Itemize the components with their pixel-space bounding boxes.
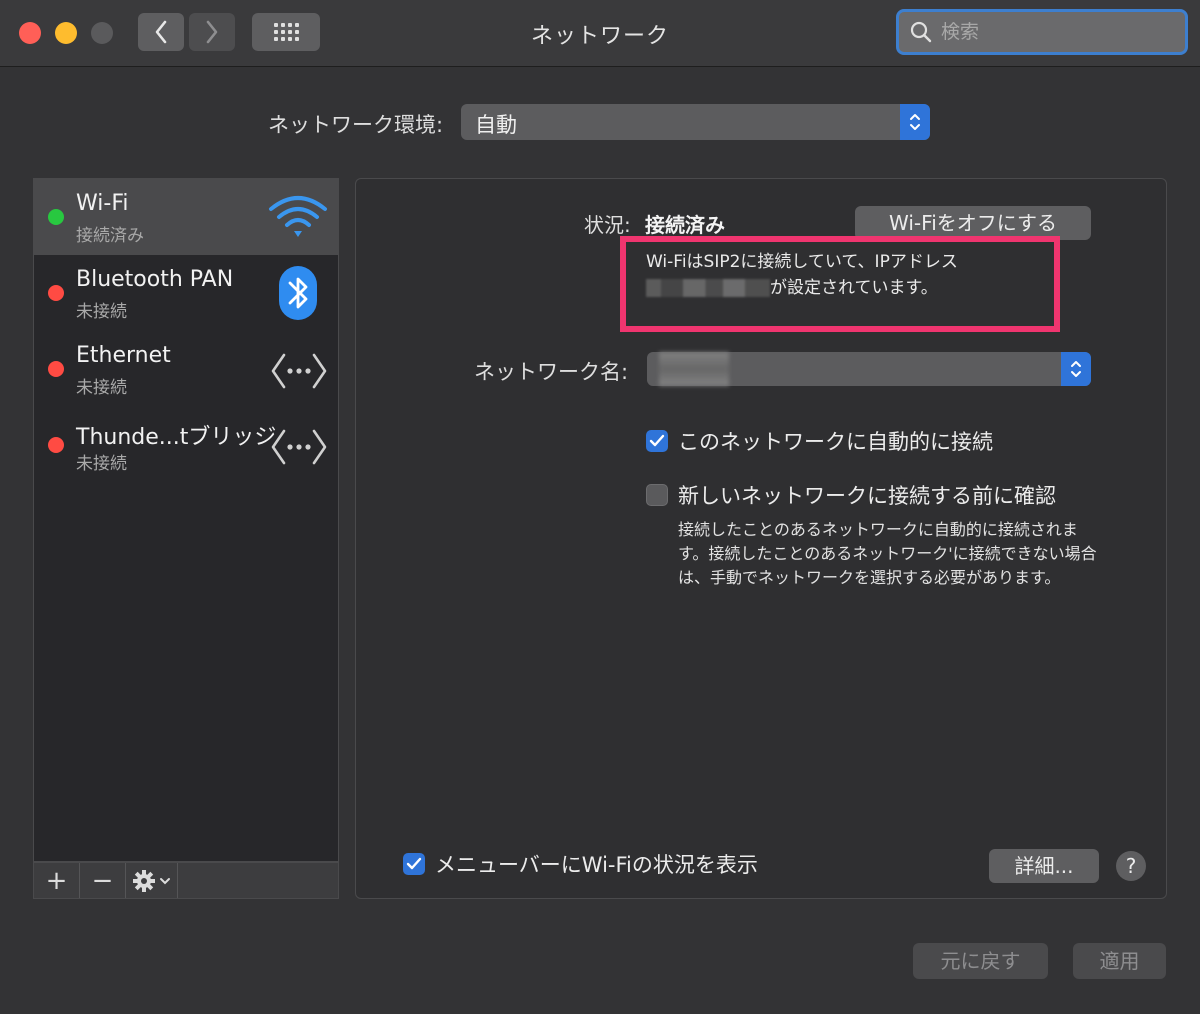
status-dot-disconnected — [48, 437, 64, 453]
ethernet-arrows-icon — [271, 353, 327, 389]
ask-to-join-help-text: 接続したことのあるネットワークに自動的に接続されます。接続したことのあるネットワ… — [678, 520, 1097, 587]
status-dot-connected — [48, 209, 64, 225]
apply-button[interactable]: 適用 — [1073, 943, 1166, 979]
ask-to-join-row[interactable]: 新しいネットワークに接続する前に確認 — [646, 480, 1056, 510]
add-service-button[interactable]: + — [34, 863, 80, 898]
search-input[interactable] — [939, 20, 1173, 44]
service-status: 未接続 — [76, 454, 127, 474]
status-description-line2: が設定されています。 — [646, 275, 1034, 301]
status-label: 状況: — [584, 213, 631, 237]
service-item-bluetooth-pan[interactable]: Bluetooth PAN 未接続 — [34, 255, 338, 331]
turn-wifi-off-button[interactable]: Wi-Fiをオフにする — [855, 206, 1091, 240]
service-name: Wi-Fi — [76, 191, 129, 216]
wifi-icon — [269, 196, 327, 237]
service-list-toolbar: + − — [33, 862, 339, 899]
service-name: Bluetooth PAN — [76, 267, 234, 292]
redacted-ip-address — [646, 279, 770, 297]
status-value: 接続済み — [645, 213, 725, 237]
show-in-menubar-label: メニューバーにWi-Fiの状況を表示 — [435, 853, 758, 877]
ask-to-join-checkbox[interactable] — [646, 484, 668, 506]
auto-join-checkbox[interactable] — [646, 430, 668, 452]
ask-to-join-label: 新しいネットワークに接続する前に確認 — [678, 484, 1056, 508]
help-button[interactable]: ? — [1116, 851, 1146, 881]
bluetooth-icon — [279, 266, 317, 320]
ethernet-arrows-icon — [271, 429, 327, 465]
show-in-menubar-row[interactable]: メニューバーにWi-Fiの状況を表示 — [403, 849, 758, 879]
location-select[interactable]: 自動 — [461, 104, 930, 140]
chevron-down-icon — [160, 877, 170, 884]
location-label: ネットワーク環境: — [268, 113, 444, 137]
advanced-button[interactable]: 詳細... — [989, 849, 1099, 883]
service-name: Thunde...tブリッジ — [76, 425, 277, 450]
service-status: 未接続 — [76, 378, 127, 398]
service-status: 接続済み — [76, 226, 144, 246]
gear-icon — [133, 869, 155, 892]
title-bar: ネットワーク — [0, 0, 1200, 67]
auto-join-row[interactable]: このネットワークに自動的に接続 — [646, 426, 993, 456]
service-name: Ethernet — [76, 343, 171, 368]
service-list[interactable]: Wi-Fi 接続済み Bluetooth PAN 未接続 Ethernet 未接… — [33, 178, 339, 862]
action-menu-button[interactable] — [126, 863, 178, 898]
network-name-select[interactable] — [647, 352, 1091, 386]
show-in-menubar-checkbox[interactable] — [403, 853, 425, 875]
service-item-ethernet[interactable]: Ethernet 未接続 — [34, 331, 338, 407]
status-dot-disconnected — [48, 361, 64, 377]
network-name-label: ネットワーク名: — [474, 360, 629, 384]
status-description-suffix: が設定されています。 — [770, 278, 938, 298]
redacted-network-name — [659, 352, 729, 386]
status-dot-disconnected — [48, 285, 64, 301]
auto-join-label: このネットワークに自動的に接続 — [678, 430, 993, 454]
updown-chevron-icon — [900, 104, 930, 140]
checkmark-icon — [406, 857, 422, 870]
status-description: Wi-FiはSIP2に接続していて、IPアドレス が設定されています。 — [620, 236, 1060, 332]
revert-button[interactable]: 元に戻す — [913, 943, 1048, 979]
checkmark-icon — [649, 434, 665, 447]
search-icon — [910, 21, 932, 43]
service-item-thunderbolt-bridge[interactable]: Thunde...tブリッジ 未接続 — [34, 407, 338, 483]
updown-chevron-icon — [1061, 352, 1091, 386]
search-field[interactable] — [896, 9, 1188, 55]
remove-service-button[interactable]: − — [80, 863, 126, 898]
location-value: 自動 — [475, 113, 517, 137]
status-description-line1: Wi-FiはSIP2に接続していて、IPアドレス — [646, 252, 958, 272]
service-item-wifi[interactable]: Wi-Fi 接続済み — [34, 179, 338, 255]
service-status: 未接続 — [76, 302, 127, 322]
